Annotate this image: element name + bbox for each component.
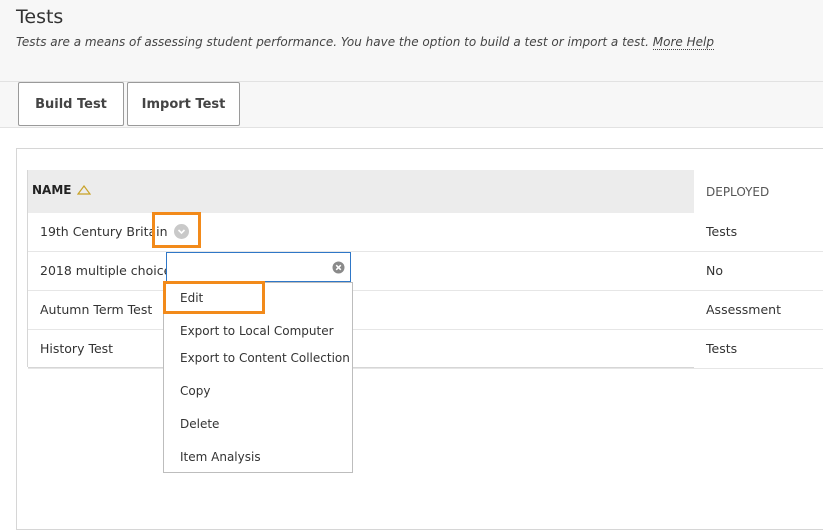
menu-item-edit[interactable]: Edit [180, 291, 203, 305]
row-name-cell: 19th Century Britain [40, 224, 189, 239]
import-test-button[interactable]: Import Test [127, 82, 240, 126]
table-row: 2018 multiple choice No [28, 252, 823, 291]
row-deployed-cell: Assessment [706, 302, 781, 317]
chevron-down-icon[interactable] [173, 224, 189, 239]
menu-item-item-analysis[interactable]: Item Analysis [180, 450, 261, 464]
menu-item-export-local[interactable]: Export to Local Computer [180, 324, 334, 338]
row-name-cell: 2018 multiple choice [40, 263, 171, 278]
test-name[interactable]: History Test [40, 341, 113, 356]
context-menu: Edit Export to Local Computer Export to … [163, 282, 353, 473]
description-text: Tests are a means of assessing student p… [16, 35, 649, 49]
more-help-link[interactable]: More Help [652, 35, 714, 50]
column-header-name[interactable]: NAME [32, 183, 92, 197]
test-name[interactable]: Autumn Term Test [40, 302, 152, 317]
page-title: Tests [16, 6, 64, 28]
page-description: Tests are a means of assessing student p… [16, 35, 714, 50]
action-bar: Build Test Import Test [0, 82, 823, 128]
table-row: History Test Tests [28, 330, 823, 369]
row-deployed-cell: No [706, 263, 723, 278]
row-name-cell: History Test [40, 341, 113, 356]
column-header-deployed[interactable]: DEPLOYED [694, 170, 823, 213]
row-deployed-cell: Tests [706, 224, 738, 239]
tests-table: NAME DEPLOYED 19th Century Britain Tests… [28, 170, 823, 369]
test-name[interactable]: 19th Century Britain [40, 224, 168, 239]
column-header-name-label: NAME [32, 183, 72, 197]
test-name[interactable]: 2018 multiple choice [40, 263, 171, 278]
build-test-button[interactable]: Build Test [18, 82, 124, 126]
menu-item-copy[interactable]: Copy [180, 384, 210, 398]
menu-search-input[interactable] [166, 252, 351, 282]
table-header: NAME DEPLOYED [28, 170, 823, 213]
clear-icon[interactable] [332, 261, 345, 274]
table-row: 19th Century Britain Tests [28, 213, 823, 252]
grid-bottom-border [28, 367, 694, 368]
sort-ascending-icon[interactable] [77, 185, 92, 195]
row-deployed-cell: Tests [706, 341, 738, 356]
row-name-cell: Autumn Term Test [40, 302, 152, 317]
page-header: Tests Tests are a means of assessing stu… [0, 0, 823, 82]
menu-item-delete[interactable]: Delete [180, 417, 219, 431]
table-row: Autumn Term Test Assessment [28, 291, 823, 330]
menu-item-export-content-collection[interactable]: Export to Content Collection [180, 351, 350, 365]
